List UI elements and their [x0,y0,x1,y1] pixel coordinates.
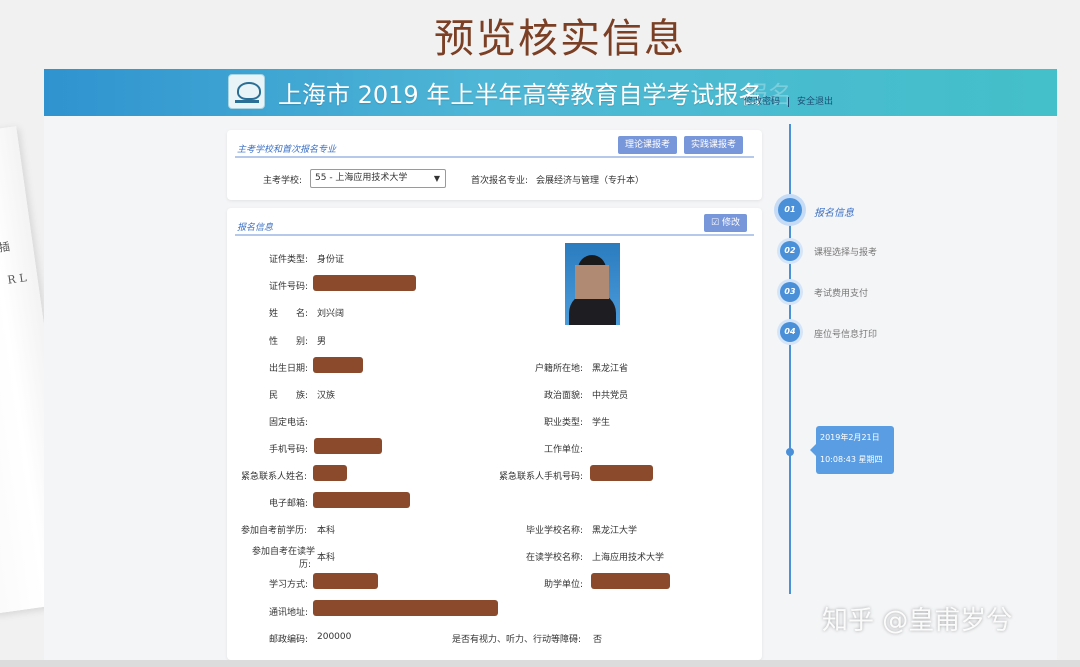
major-label: 首次报名专业: [471,176,529,186]
school-select-value: 55 - 上海应用技术大学 [315,173,408,183]
practice-exam-button[interactable]: 实践课报考 [684,136,744,154]
ethnicity-label: 民 族: [269,391,309,401]
disability-label: 是否有视力、听力、行动等障碍: [452,635,582,645]
datetime-box: 2019年2月21日 10:08:43 星期四 [810,426,894,474]
postcode-label: 邮政编码: [269,635,309,645]
step-02-icon[interactable]: 02 [780,241,800,261]
section-title: 报名信息 [237,223,274,233]
major-value: 会展经济与管理（专升本） [536,176,645,186]
postcode-value: 200000 [317,632,352,642]
theory-exam-button[interactable]: 理论课报考 [618,136,678,154]
step-04-icon[interactable]: 04 [780,322,800,342]
section-divider [235,156,754,158]
gender-label: 性 别: [269,337,309,347]
gender-value: 男 [317,337,327,347]
section-divider [235,234,754,236]
step-01-label[interactable]: 报名信息 [814,204,854,219]
grad-school-value: 黑龙江大学 [592,526,638,536]
redacted-assist-unit [591,573,670,589]
browser-screen: 上海市 2019 年上半年高等教育自学考试报名 报名 修改密码 安全退出 主考学校… [44,69,1057,663]
mobile-label: 手机号码: [269,445,309,455]
edit-button-label: 修改 [721,218,740,228]
prior-edu-value: 本科 [317,526,336,536]
current-edu-value: 本科 [317,553,336,563]
current-time: 10:08:43 星期四 [820,455,883,464]
time-marker [786,448,794,456]
id-type-value: 身份证 [317,255,345,265]
logout-link[interactable]: 安全退出 [797,97,833,107]
step-01-icon[interactable]: 01 [778,198,802,222]
slide-title: 预览核实信息 [434,16,686,62]
registration-info-card: 报名信息 ☑ 修改 证件类型: 身份证 证件号码: 姓 名: 刘兴阔 性 别: … [227,208,762,660]
birth-label: 出生日期: [269,364,309,374]
current-edu-label-line2: 历: [299,560,312,570]
redacted-birth-date [313,357,363,373]
watermark: 知乎 @皇甫岁兮 [822,606,1013,636]
link-separator [788,96,790,107]
exam-logo-icon [228,74,265,109]
banner-title: 上海市 2019 年上半年高等教育自学考试报名 [278,81,763,109]
school-major-card: 主考学校和首次报名专业 理论课报考 实践课报考 主考学校: 55 - 上海应用技… [227,130,762,200]
name-label: 姓 名: [269,309,309,319]
prior-edu-label: 参加自考前学历: [241,526,308,536]
id-number-label: 证件号码: [269,282,309,292]
emergency-phone-label: 紧急联系人手机号码: [499,472,584,482]
redacted-address [313,600,498,616]
face-redaction [575,265,609,299]
occupation-value: 学生 [592,418,611,428]
step-03-label[interactable]: 考试费用支付 [814,286,868,299]
politics-label: 政治面貌: [544,391,584,401]
applicant-photo [565,243,620,325]
hukou-label: 户籍所在地: [535,364,584,374]
study-mode-label: 学习方式: [269,580,309,590]
grad-school-label: 毕业学校名称: [526,526,584,536]
phone-label: 固定电话: [269,418,309,428]
current-school-label: 在读学校名称: [526,553,584,563]
employer-label: 工作单位: [544,445,584,455]
redacted-id-number [313,275,416,291]
redacted-emergency-name [313,465,347,481]
timeline-line [789,124,791,594]
current-date: 2019年2月21日 [820,433,880,442]
step-04-label[interactable]: 座位号信息打印 [814,327,877,340]
bottom-strip [0,660,1080,667]
emergency-name-label: 紧急联系人姓名: [241,472,308,482]
current-edu-label-line1: 参加自考在读学 [252,547,316,557]
hukou-value: 黑龙江省 [592,364,629,374]
edit-button[interactable]: ☑ 修改 [704,214,747,232]
current-school-value: 上海应用技术大学 [592,553,665,563]
redacted-study-mode [313,573,378,589]
header-banner: 上海市 2019 年上半年高等教育自学考试报名 报名 修改密码 安全退出 [44,69,1057,116]
assist-unit-label: 助学单位: [544,580,584,590]
email-label: 电子邮箱: [269,499,309,509]
occupation-label: 职业类型: [544,418,584,428]
school-select[interactable]: 55 - 上海应用技术大学 ▼ [310,169,446,188]
ethnicity-value: 汉族 [317,391,336,401]
name-value: 刘兴阔 [317,309,345,319]
edit-icon: ☑ [711,218,722,228]
disability-value: 否 [593,635,603,645]
dropdown-arrow-icon: ▼ [433,174,440,183]
redacted-mobile [314,438,382,454]
school-label: 主考学校: [263,176,303,186]
change-password-link[interactable]: 修改密码 [744,97,780,107]
section-title: 主考学校和首次报名专业 [237,145,337,155]
step-03-icon[interactable]: 03 [780,282,800,302]
banner-links: 修改密码 安全退出 [744,94,833,107]
address-label: 通讯地址: [269,608,309,618]
politics-value: 中共党员 [592,391,629,401]
id-type-label: 证件类型: [269,255,309,265]
redacted-emergency-phone [590,465,653,481]
step-02-label[interactable]: 课程选择与报考 [814,245,877,258]
redacted-email [313,492,410,508]
